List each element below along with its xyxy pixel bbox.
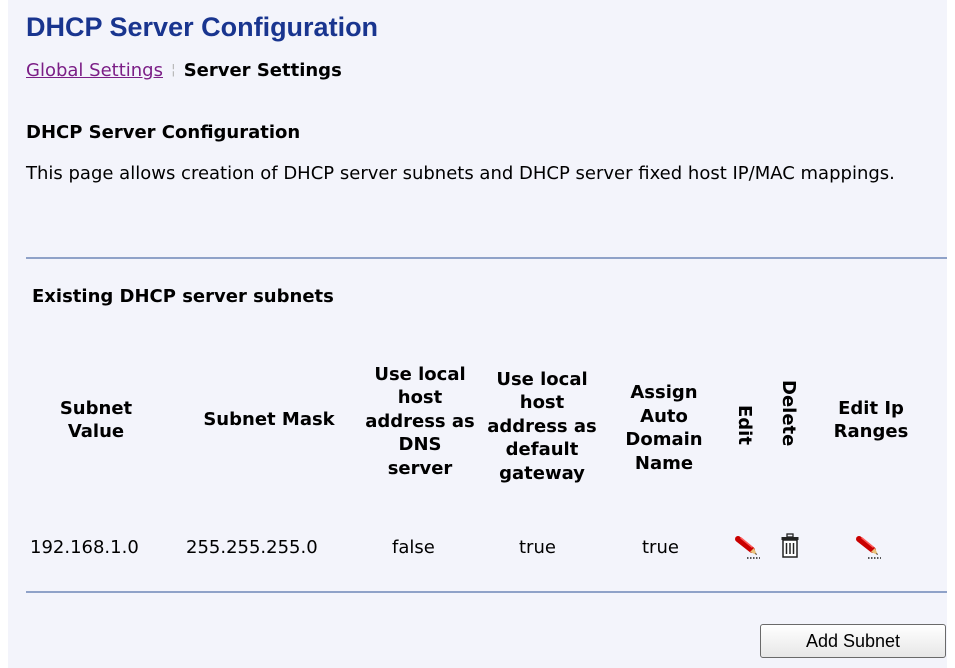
page-title: DHCP Server Configuration — [26, 12, 379, 42]
page-container: DHCP Server Configuration Global Setting… — [8, 0, 947, 668]
breadcrumb-separator: ¦ — [170, 62, 176, 78]
column-header-subnet-value: Subnet Value — [59, 397, 133, 443]
cell-subnet-mask: 255.255.255.0 — [186, 537, 318, 558]
pencil-icon[interactable] — [733, 533, 761, 565]
column-header-dns-server: Use local host address as DNS server — [365, 363, 475, 479]
breadcrumb-global-settings-link[interactable]: Global Settings — [26, 60, 163, 81]
cell-subnet-value: 192.168.1.0 — [30, 537, 139, 558]
column-header-edit-ip-ranges: Edit Ip Ranges — [833, 397, 909, 443]
column-header-auto-domain-name: Assign Auto Domain Name — [625, 382, 703, 474]
trash-icon[interactable] — [780, 533, 800, 563]
column-header-delete: Delete — [778, 380, 799, 447]
breadcrumb: Global Settings ¦ Server Settings — [26, 60, 342, 81]
edit-ip-ranges-pencil-icon[interactable] — [854, 533, 882, 565]
column-header-subnet-mask: Subnet Mask — [203, 409, 335, 431]
cell-default-gateway: true — [519, 537, 556, 558]
divider-top — [26, 257, 947, 259]
divider-bottom — [26, 591, 947, 593]
breadcrumb-current-server-settings: Server Settings — [183, 60, 342, 81]
column-header-default-gateway: Use local host address as default gatewa… — [487, 368, 597, 484]
page-description: This page allows creation of DHCP server… — [26, 163, 895, 184]
section-title: DHCP Server Configuration — [26, 122, 301, 143]
subnets-section-title: Existing DHCP server subnets — [32, 286, 334, 307]
cell-dns-server: false — [392, 537, 435, 558]
column-header-edit: Edit — [734, 405, 755, 445]
add-subnet-button[interactable]: Add Subnet — [760, 624, 946, 658]
cell-auto-domain-name: true — [642, 537, 679, 558]
